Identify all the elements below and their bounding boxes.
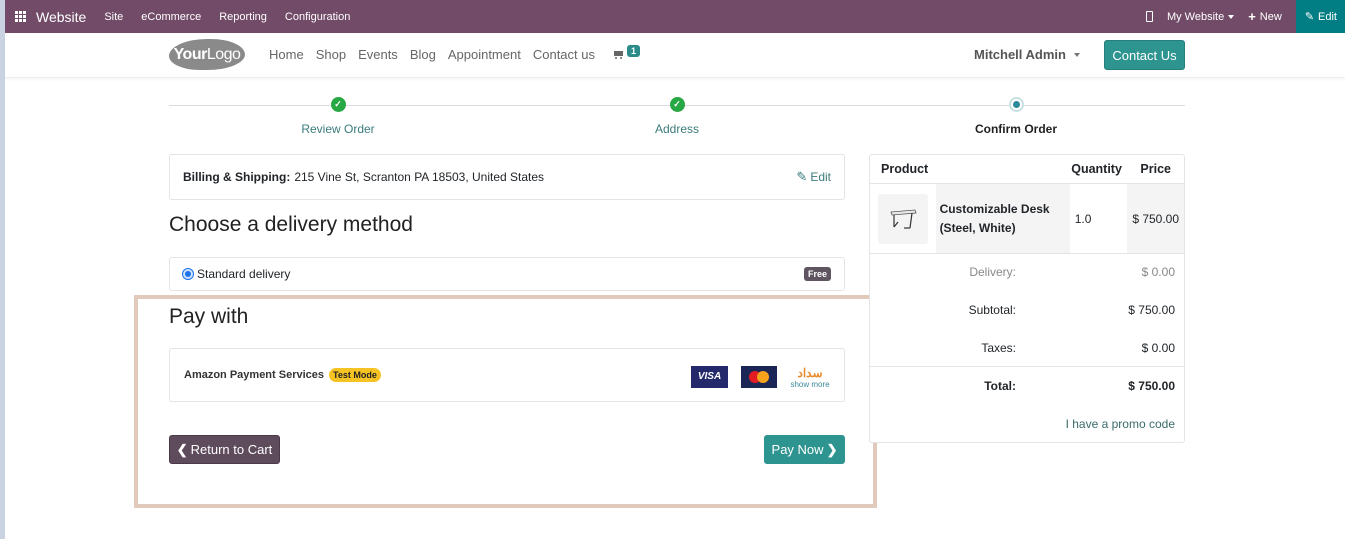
free-badge: Free bbox=[803, 267, 831, 281]
subtotal-label: Subtotal: bbox=[968, 303, 1016, 317]
pay-now-label: Pay Now bbox=[771, 442, 824, 457]
edit-icon: ✎ bbox=[796, 169, 808, 184]
nav-events[interactable]: Events bbox=[358, 47, 398, 62]
product-name: Customizable Desk (Steel, White) bbox=[935, 184, 1070, 253]
payment-provider-name: Amazon Payment Services bbox=[184, 369, 325, 381]
check-icon: ✓ bbox=[669, 97, 685, 112]
nav-blog[interactable]: Blog bbox=[410, 47, 436, 62]
menu-reporting[interactable]: Reporting bbox=[219, 11, 267, 23]
plus-icon: + bbox=[1248, 9, 1256, 24]
pencil-icon: ✎ bbox=[1304, 11, 1315, 23]
taxes-value: $ 0.00 bbox=[1141, 341, 1175, 355]
app-name[interactable]: Website bbox=[36, 9, 86, 25]
summary-header: Product Quantity Price bbox=[870, 155, 1184, 184]
new-label: New bbox=[1259, 10, 1282, 23]
product-name-line1: Customizable Desk bbox=[939, 201, 1050, 216]
cart-count-badge: 1 bbox=[627, 45, 641, 57]
pay-now-button[interactable]: Pay Now ❯ bbox=[764, 435, 845, 464]
user-menu[interactable]: Mitchell Admin bbox=[974, 47, 1080, 62]
website-header: Your Logo Home Shop Events Blog Appointme… bbox=[5, 33, 1345, 78]
new-button[interactable]: + New bbox=[1248, 9, 1282, 24]
edit-address-label: Edit bbox=[810, 170, 831, 184]
nav-home[interactable]: Home bbox=[269, 47, 304, 62]
chevron-left-icon: ❮ bbox=[176, 441, 188, 457]
step-label: Confirm Order bbox=[974, 122, 1057, 136]
summary-item-row: Customizable Desk (Steel, White) 1.0 $ 75… bbox=[870, 184, 1184, 254]
total-value: $ 750.00 bbox=[1128, 379, 1175, 393]
cart-icon bbox=[612, 50, 624, 60]
nav-appointment[interactable]: Appointment bbox=[448, 47, 521, 62]
caret-down-icon bbox=[1228, 14, 1235, 19]
top-navbar: Website Site eCommerce Reporting Configu… bbox=[5, 0, 1345, 33]
contact-us-button[interactable]: Contact Us bbox=[1104, 40, 1185, 70]
edit-button[interactable]: ✎ Edit bbox=[1295, 0, 1345, 33]
main-nav: Home Shop Events Blog Appointment Contac… bbox=[269, 47, 607, 62]
nav-contact-us[interactable]: Contact us bbox=[533, 47, 595, 62]
product-thumbnail bbox=[870, 184, 936, 253]
delivery-total-label: Delivery: bbox=[969, 265, 1016, 279]
caret-down-icon bbox=[1073, 52, 1080, 57]
menu-configuration[interactable]: Configuration bbox=[285, 11, 350, 23]
order-summary: Product Quantity Price Customizable Desk… bbox=[869, 154, 1185, 443]
cart-link[interactable]: 1 bbox=[612, 45, 641, 60]
desk-icon bbox=[890, 209, 917, 229]
check-icon: ✓ bbox=[330, 97, 346, 112]
product-name-line2: (Steel, White) bbox=[939, 220, 1016, 235]
taxes-label: Taxes: bbox=[981, 341, 1016, 355]
step-label: Address bbox=[654, 122, 700, 136]
mobile-preview-button[interactable] bbox=[1145, 11, 1153, 22]
visa-icon: VISA bbox=[691, 365, 728, 388]
test-mode-badge: Test Mode bbox=[329, 368, 381, 382]
menu-site[interactable]: Site bbox=[104, 11, 123, 23]
subtotal-value: $ 750.00 bbox=[1128, 303, 1175, 317]
promo-code-link[interactable]: I have a promo code bbox=[1066, 417, 1175, 431]
col-product: Product bbox=[881, 162, 929, 176]
mobile-icon bbox=[1145, 11, 1153, 22]
delivery-method-label: Standard delivery bbox=[197, 267, 291, 281]
website-selector-label: My Website bbox=[1166, 10, 1225, 23]
user-name: Mitchell Admin bbox=[974, 47, 1066, 62]
billing-shipping-card: Billing & Shipping: 215 Vine St, Scranto… bbox=[169, 154, 845, 200]
step-review-order: ✓ Review Order bbox=[238, 97, 438, 136]
return-to-cart-button[interactable]: ❮ Return to Cart bbox=[169, 435, 280, 464]
edit-address-link[interactable]: ✎ Edit bbox=[796, 169, 831, 185]
edit-label: Edit bbox=[1318, 10, 1337, 23]
logo-bold-text: Your bbox=[173, 45, 208, 63]
logo-text: Logo bbox=[206, 45, 241, 63]
left-edge-strip bbox=[0, 0, 5, 539]
delivery-heading: Choose a delivery method bbox=[169, 213, 413, 236]
payment-icons: VISA سداد show more bbox=[691, 365, 830, 389]
col-quantity: Quantity bbox=[1071, 162, 1122, 176]
billing-label: Billing & Shipping: bbox=[183, 170, 291, 184]
sadad-text: سداد bbox=[797, 365, 823, 380]
step-address: ✓ Address bbox=[577, 97, 777, 136]
delivery-total-value: $ 0.00 bbox=[1141, 265, 1175, 279]
mastercard-icon bbox=[741, 365, 777, 388]
menu-ecommerce[interactable]: eCommerce bbox=[141, 11, 201, 23]
site-logo[interactable]: Your Logo bbox=[169, 39, 245, 70]
col-price: Price bbox=[1140, 162, 1171, 176]
step-confirm-order: Confirm Order bbox=[916, 97, 1116, 136]
sadad-icon: سداد show more bbox=[790, 366, 830, 389]
delivery-radio[interactable] bbox=[183, 269, 193, 279]
delivery-option[interactable]: Standard delivery Free bbox=[169, 257, 845, 291]
step-label: Review Order bbox=[301, 122, 375, 136]
total-divider bbox=[870, 366, 1184, 367]
pay-with-heading: Pay with bbox=[169, 305, 249, 328]
return-to-cart-label: Return to Cart bbox=[190, 442, 273, 457]
chevron-right-icon: ❯ bbox=[826, 441, 838, 457]
apps-grid-icon[interactable] bbox=[15, 10, 27, 23]
nav-shop[interactable]: Shop bbox=[316, 47, 346, 62]
product-quantity: 1.0 bbox=[1074, 211, 1092, 226]
current-step-icon bbox=[1008, 97, 1024, 112]
product-price: $ 750.00 bbox=[1127, 184, 1184, 253]
website-selector[interactable]: My Website bbox=[1166, 10, 1235, 23]
show-more-link[interactable]: show more bbox=[790, 380, 830, 389]
payment-provider-option[interactable]: Amazon Payment Services Test Mode VISA س… bbox=[169, 348, 845, 402]
total-label: Total: bbox=[984, 379, 1016, 393]
billing-address: 215 Vine St, Scranton PA 18503, United S… bbox=[294, 170, 545, 184]
